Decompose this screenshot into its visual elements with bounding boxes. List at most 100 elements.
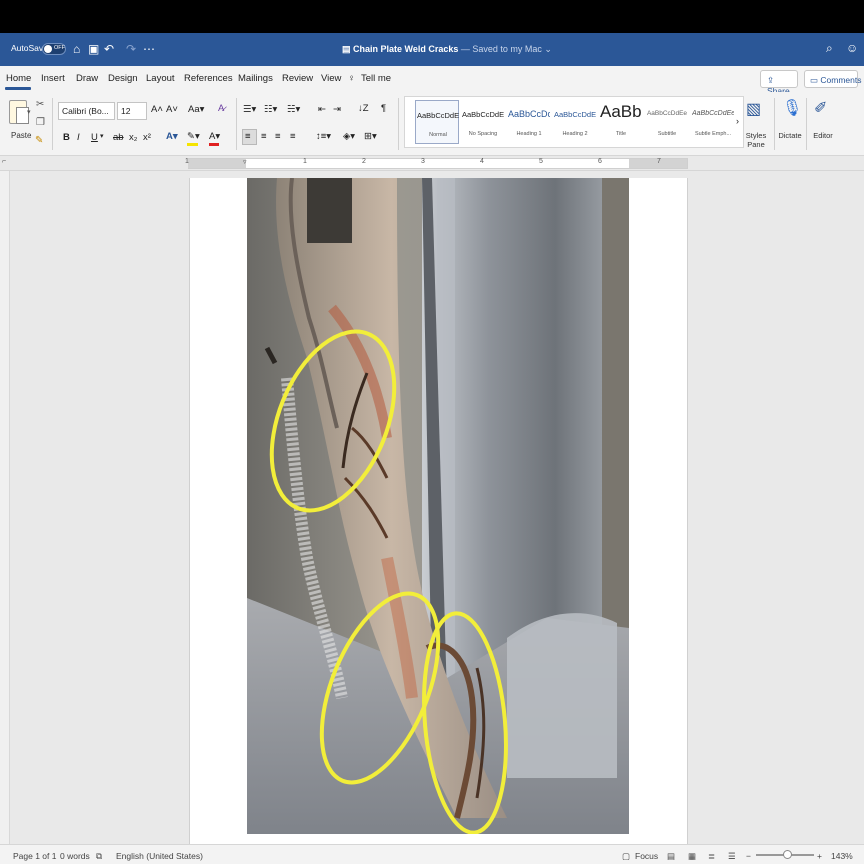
autosave-toggle[interactable]: OFF	[42, 43, 66, 55]
proofing-icon[interactable]: ⧉	[96, 851, 102, 862]
tab-references[interactable]: References	[184, 73, 233, 84]
style-heading-2[interactable]: AaBbCcDdEe Heading 2	[553, 100, 597, 144]
chevron-right-icon[interactable]: ›	[736, 116, 739, 126]
page-count[interactable]: Page 1 of 1	[13, 851, 56, 861]
comments-label: Comments	[820, 75, 862, 85]
align-left-icon[interactable]: ≡	[245, 131, 251, 142]
search-icon[interactable]: ⌕	[826, 41, 833, 56]
subscript-icon[interactable]: x₂	[129, 132, 137, 143]
tab-view[interactable]: View	[321, 73, 341, 84]
photo-illustration	[247, 178, 629, 834]
zoom-in-icon[interactable]: +	[817, 851, 822, 861]
style-name: Heading 2	[562, 131, 588, 137]
sort-icon[interactable]: ↓Z	[358, 103, 369, 114]
cut-icon[interactable]: ✂	[36, 99, 44, 110]
zoom-level[interactable]: 143%	[831, 851, 853, 861]
copy-icon[interactable]: ❐	[36, 117, 45, 128]
vertical-ruler[interactable]	[0, 171, 10, 844]
style-heading-1[interactable]: AaBbCcDc Heading 1	[507, 100, 551, 144]
paste-dropdown-icon[interactable]: ▾	[27, 108, 31, 116]
language[interactable]: English (United States)	[116, 851, 203, 861]
account-icon[interactable]: ☺	[846, 41, 858, 55]
decrease-indent-icon[interactable]: ⇤	[318, 104, 326, 115]
font-color-icon[interactable]: A▾	[209, 131, 220, 142]
align-right-icon[interactable]: ≡	[275, 131, 281, 142]
tab-layout[interactable]: Layout	[146, 73, 175, 84]
numbering-icon[interactable]: ☷▾	[264, 104, 277, 115]
share-button[interactable]: ⇪ Share	[760, 70, 798, 96]
print-layout-icon[interactable]: ▤	[667, 851, 675, 862]
tab-review[interactable]: Review	[282, 73, 313, 84]
chevron-down-icon[interactable]: ⌄	[542, 44, 552, 54]
tell-me-search[interactable]: Tell me	[361, 73, 391, 84]
undo-icon[interactable]: ↶	[104, 42, 114, 56]
focus-icon[interactable]: ▢	[622, 851, 630, 862]
grow-font-icon[interactable]: A˄	[151, 104, 163, 115]
underline-dropdown-icon[interactable]: ▾	[100, 132, 104, 140]
horizontal-ruler[interactable]	[188, 158, 688, 169]
styles-pane-label[interactable]: Styles Pane	[740, 131, 772, 149]
weld-crack-photo[interactable]	[247, 178, 629, 834]
justify-icon[interactable]: ≡	[290, 131, 296, 142]
font-size-select[interactable]: 12	[117, 102, 147, 120]
font-name-select[interactable]: Calibri (Bo...	[58, 102, 115, 120]
underline-icon[interactable]: U	[91, 132, 98, 143]
ribbon-tabs: Home Insert Draw Design Layout Reference…	[0, 66, 864, 92]
indent-marker-icon[interactable]: ▿	[243, 158, 247, 166]
superscript-icon[interactable]: x²	[143, 132, 151, 143]
styles-pane-icon[interactable]: ▧	[746, 99, 761, 119]
zoom-out-icon[interactable]: −	[746, 851, 751, 861]
tab-design[interactable]: Design	[108, 73, 138, 84]
style-title[interactable]: AaBb( Title	[599, 100, 643, 144]
focus-label[interactable]: Focus	[635, 851, 658, 861]
tab-draw[interactable]: Draw	[76, 73, 98, 84]
redo-icon[interactable]: ↷	[126, 42, 136, 56]
style-no-spacing[interactable]: AaBbCcDdEe No Spacing	[461, 100, 505, 144]
line-spacing-icon[interactable]: ↕≡▾	[316, 131, 331, 142]
text-effects-icon[interactable]: A▾	[166, 131, 178, 142]
style-subtle-emphasis[interactable]: AaBbCcDdEe Subtle Emph...	[691, 100, 735, 144]
bold-icon[interactable]: B	[63, 132, 70, 143]
comments-button[interactable]: ▭ Comments	[804, 70, 862, 88]
more-icon[interactable]: ⋯	[143, 42, 155, 56]
change-case-icon[interactable]: Aa▾	[188, 104, 204, 115]
editor-label[interactable]: Editor	[809, 131, 837, 140]
tab-selector-icon[interactable]: ⌐	[2, 158, 6, 165]
zoom-slider-knob[interactable]	[783, 850, 792, 859]
home-icon[interactable]: ⌂	[73, 42, 80, 56]
save-icon[interactable]: ▣	[88, 42, 99, 56]
microphone-icon[interactable]: 🎙	[782, 98, 802, 118]
ruler-number: 6	[598, 158, 602, 165]
ruler-number: 3	[421, 158, 425, 165]
shading-icon[interactable]: ◈▾	[343, 131, 355, 142]
style-sample: AaBbCcDdEe	[554, 110, 596, 119]
bullets-icon[interactable]: ☰▾	[243, 104, 256, 115]
style-name: Heading 1	[516, 131, 542, 137]
align-center-icon[interactable]: ≡	[261, 131, 267, 142]
format-painter-icon[interactable]: ✎	[35, 135, 43, 146]
highlight-icon[interactable]: ✎▾	[187, 131, 200, 142]
editor-icon[interactable]: ✐	[814, 98, 827, 118]
strikethrough-icon[interactable]: ab	[113, 132, 124, 143]
multilevel-list-icon[interactable]: ☵▾	[287, 104, 300, 115]
draft-icon[interactable]: ☰	[728, 851, 736, 862]
shrink-font-icon[interactable]: A˅	[166, 104, 178, 115]
web-layout-icon[interactable]: ▦	[688, 851, 696, 862]
italic-icon[interactable]: I	[77, 132, 80, 143]
clipboard-icon[interactable]	[9, 100, 29, 124]
clear-formatting-icon[interactable]: A̷	[218, 103, 224, 114]
tab-insert[interactable]: Insert	[41, 73, 65, 84]
tab-home[interactable]: Home	[6, 73, 31, 84]
increase-indent-icon[interactable]: ⇥	[333, 104, 341, 115]
word-count[interactable]: 0 words	[60, 851, 90, 861]
tab-mailings[interactable]: Mailings	[238, 73, 273, 84]
style-subtitle[interactable]: AaBbCcDdEe Subtitle	[645, 100, 689, 144]
dictate-label[interactable]: Dictate	[776, 131, 804, 140]
paste-label[interactable]: Paste	[11, 131, 31, 140]
style-name: Normal	[429, 132, 447, 138]
ruler-number: 1	[303, 158, 307, 165]
paragraph-marks-icon[interactable]: ¶	[381, 103, 386, 114]
outline-icon[interactable]: ≣	[708, 851, 715, 862]
borders-icon[interactable]: ⊞▾	[364, 131, 377, 142]
style-normal[interactable]: AaBbCcDdEe Normal	[415, 100, 459, 144]
